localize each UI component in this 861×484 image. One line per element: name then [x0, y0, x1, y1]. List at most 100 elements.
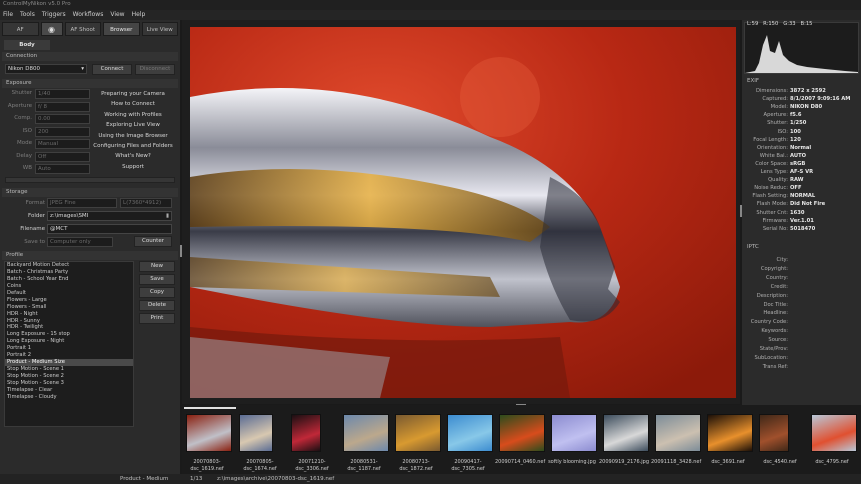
status-profile: Product - Medium Size — [120, 476, 169, 482]
histogram — [744, 22, 859, 74]
tab-live-view[interactable]: Live View — [141, 22, 178, 36]
filename-input[interactable]: @MCT — [47, 224, 172, 234]
profile-item[interactable]: Timelapse - Cloudy — [5, 394, 133, 401]
link-preparing-camera[interactable]: Preparing your Camera — [93, 89, 173, 99]
compensation-select[interactable]: 0.00 — [35, 114, 90, 124]
folder-icon[interactable]: ▮ — [166, 212, 169, 221]
link-working-profiles[interactable]: Working with Profiles — [93, 110, 173, 120]
delay-select[interactable]: Off — [35, 151, 90, 162]
exposure-scale-slider[interactable] — [5, 177, 175, 183]
thumbnail-caption: 20080531-dsc_1187.nef — [347, 459, 381, 472]
exif-color-space: sRGB — [790, 160, 806, 167]
thumbnail-caption: 20090417-dsc_7305.nef — [451, 459, 485, 472]
menu-tools[interactable]: Tools — [20, 11, 35, 19]
status-counter: 1/13 — [190, 476, 203, 482]
profile-save-button[interactable]: Save — [139, 274, 175, 285]
shutter-select[interactable]: 1/40 — [35, 89, 90, 99]
profile-item[interactable]: Portrait 1 — [5, 345, 133, 352]
link-whats-new[interactable]: What's New? — [93, 151, 173, 161]
exif-lens-type: AF-S VR — [790, 169, 814, 175]
folder-label: Folder — [28, 213, 45, 219]
saveto-select[interactable]: Computer only — [47, 237, 113, 247]
link-exploring-live-view[interactable]: Exploring Live View — [93, 120, 173, 130]
thumbnail[interactable] — [291, 414, 321, 452]
exif-white-balance: AUTO — [790, 152, 807, 159]
profile-item[interactable]: Long Exposure - Night — [5, 338, 133, 345]
profile-item[interactable]: Default — [5, 290, 133, 297]
menu-view[interactable]: View — [110, 11, 124, 19]
profile-item[interactable]: HDR - Night — [5, 311, 133, 318]
size-select[interactable]: L(7360*4912) — [120, 198, 172, 208]
compensation-row: Comp. 0.00 — [2, 113, 97, 125]
profile-item[interactable]: Backyard Motion Detect — [5, 262, 133, 269]
profile-item[interactable]: Timelapse - Clear — [5, 387, 133, 394]
left-splitter-handle[interactable] — [180, 245, 182, 257]
counter-button[interactable]: Counter — [134, 236, 172, 247]
profile-item[interactable]: Batch - School Year End — [5, 276, 133, 283]
profile-item[interactable]: HDR - Sunny — [5, 318, 133, 325]
aperture-select[interactable]: f/ 8 — [35, 101, 90, 112]
tab-body[interactable]: Body — [4, 40, 50, 50]
profile-item[interactable]: Product - Medium Size — [5, 359, 133, 367]
tab-af[interactable]: AF — [2, 22, 39, 36]
link-files-folders[interactable]: Configuring Files and Folders — [93, 141, 173, 151]
tab-browser[interactable]: Browser — [103, 22, 140, 36]
exif-noise-reduction: OFF — [790, 185, 802, 192]
tab-camera[interactable]: ◉ — [40, 22, 63, 36]
profile-item[interactable]: Coins — [5, 283, 133, 290]
menu-workflows[interactable]: Workflows — [73, 11, 104, 19]
thumbnail[interactable] — [499, 414, 545, 452]
menu-triggers[interactable]: Triggers — [42, 11, 66, 19]
thumbnail[interactable] — [186, 414, 232, 452]
disconnect-button[interactable]: Disconnect — [135, 64, 175, 75]
profile-item[interactable]: Stop Motion - Scene 3 — [5, 380, 133, 387]
profile-item[interactable]: Long Exposure - 15 stop — [5, 331, 133, 338]
thumbnail[interactable] — [707, 414, 753, 452]
exif-firmware: Ver.1.01 — [790, 217, 814, 224]
status-path: z:\images\archive\20070803-dsc_1619.nef — [217, 476, 335, 482]
thumbnail[interactable] — [759, 414, 789, 452]
mode-tabs: AF ◉ AF Shoot Browser Live View — [2, 22, 178, 36]
format-select[interactable]: JPEG Fine — [47, 198, 117, 208]
thumbnail[interactable] — [239, 414, 273, 452]
profile-item[interactable]: Flowers - Large — [5, 297, 133, 304]
profile-copy-button[interactable]: Copy — [139, 287, 175, 298]
wb-select[interactable]: Auto — [35, 164, 90, 174]
link-how-to-connect[interactable]: How to Connect — [93, 99, 173, 109]
thumbnail[interactable] — [603, 414, 649, 452]
camera-select[interactable]: Nikon D800 ▾ — [5, 64, 87, 74]
folder-input[interactable]: z:\images\SMI ▮ — [47, 211, 172, 221]
link-support[interactable]: Support — [93, 162, 173, 172]
histogram-graph — [745, 35, 858, 73]
profile-list[interactable]: Backyard Motion Detect Batch - Christmas … — [4, 261, 134, 427]
thumbnail-caption: 20090919_2176.jpg — [599, 459, 649, 465]
profile-item[interactable]: HDR - Twilight — [5, 324, 133, 331]
thumbnail[interactable] — [447, 414, 493, 452]
profile-item[interactable]: Batch - Christmas Party — [5, 269, 133, 276]
format-label: Format — [25, 200, 45, 206]
histogram-readout: L:59 R:150 G:33 B:15 — [747, 21, 813, 27]
menu-file[interactable]: File — [3, 11, 13, 19]
thumbnail[interactable] — [551, 414, 597, 452]
exif-dimensions: 3872 x 2592 — [790, 88, 826, 94]
thumbnail[interactable] — [395, 414, 441, 452]
tab-af-shoot[interactable]: AF Shoot — [64, 22, 101, 36]
profile-item[interactable]: Flowers - Small — [5, 304, 133, 311]
profile-item[interactable]: Stop Motion - Scene 1 — [5, 366, 133, 373]
thumbnail[interactable] — [343, 414, 389, 452]
connect-button[interactable]: Connect — [92, 64, 132, 75]
iso-select[interactable]: 200 — [35, 126, 90, 137]
thumbnail[interactable] — [655, 414, 701, 452]
preview-photo[interactable] — [190, 27, 736, 398]
profile-item[interactable]: Portrait 2 — [5, 352, 133, 359]
menu-help[interactable]: Help — [132, 11, 146, 19]
mode-select[interactable]: Manual — [35, 139, 90, 149]
profile-print-button[interactable]: Print — [139, 313, 175, 324]
filmstrip-scrollbar[interactable] — [184, 407, 236, 409]
thumbnail[interactable] — [811, 414, 857, 452]
profile-delete-button[interactable]: Delete — [139, 300, 175, 311]
profile-new-button[interactable]: New — [139, 261, 175, 272]
exif-header: EXIF — [747, 78, 760, 84]
link-image-browser[interactable]: Using the Image Browser — [93, 131, 173, 141]
profile-item[interactable]: Stop Motion - Scene 2 — [5, 373, 133, 380]
